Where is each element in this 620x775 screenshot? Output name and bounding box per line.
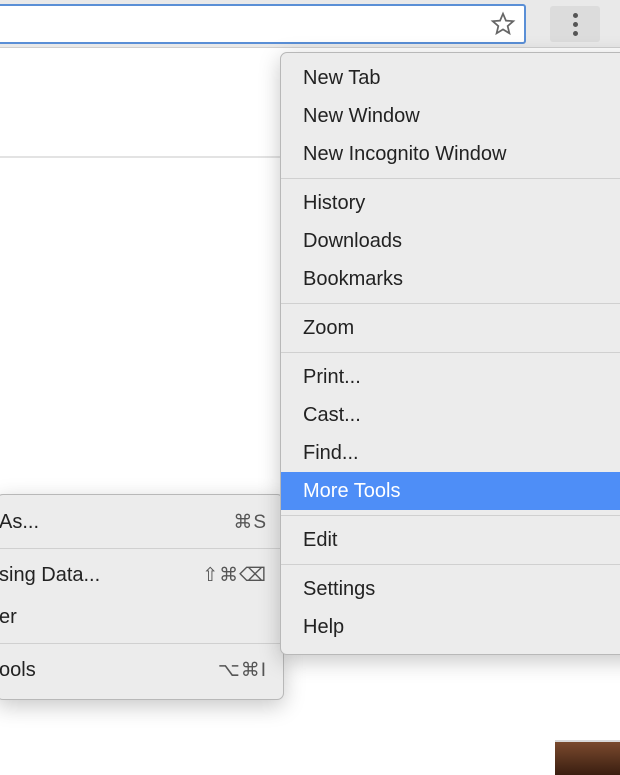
more-tools-submenu: As... ⌘S sing Data... ⇧⌘⌫ er ools ⌥⌘I <box>0 494 284 700</box>
submenu-label: sing Data... <box>0 564 100 587</box>
menu-item-zoom[interactable]: Zoom − <box>281 309 620 347</box>
page-divider <box>0 156 280 158</box>
background-window-sliver <box>555 740 620 775</box>
menu-item-new-tab[interactable]: New Tab <box>281 59 620 97</box>
submenu-shortcut: ⌘S <box>233 511 267 534</box>
menu-separator <box>281 352 620 353</box>
menu-label: New Tab <box>303 67 380 90</box>
menu-label: Settings <box>303 578 375 601</box>
menu-separator <box>281 303 620 304</box>
menu-item-find[interactable]: Find... <box>281 434 620 472</box>
menu-label: Find... <box>303 442 359 465</box>
submenu-label: As... <box>0 511 39 534</box>
menu-label: History <box>303 192 365 215</box>
menu-label: Print... <box>303 366 361 389</box>
submenu-label: ools <box>0 659 36 682</box>
vertical-dots-icon <box>573 13 578 36</box>
menu-item-edit[interactable]: Edit Cut <box>281 521 620 559</box>
menu-item-more-tools[interactable]: More Tools <box>281 472 620 510</box>
menu-separator <box>281 178 620 179</box>
omnibox[interactable] <box>0 4 526 44</box>
menu-label: New Incognito Window <box>303 143 506 166</box>
menu-item-help[interactable]: Help <box>281 608 620 646</box>
menu-label: More Tools <box>303 480 400 503</box>
menu-separator <box>281 515 620 516</box>
submenu-shortcut: ⌥⌘I <box>218 659 267 682</box>
bookmark-star-icon[interactable] <box>490 11 516 37</box>
menu-label: Bookmarks <box>303 268 403 291</box>
submenu-item-save-as[interactable]: As... ⌘S <box>0 501 283 543</box>
menu-item-new-incognito[interactable]: New Incognito Window <box>281 135 620 173</box>
toolbar <box>0 0 620 48</box>
submenu-label: er <box>0 606 17 629</box>
submenu-item-developer-tools[interactable]: ools ⌥⌘I <box>0 649 283 691</box>
menu-label: Downloads <box>303 230 402 253</box>
submenu-item-task-manager[interactable]: er <box>0 596 283 638</box>
menu-separator <box>281 564 620 565</box>
menu-item-print[interactable]: Print... <box>281 358 620 396</box>
menu-separator <box>0 548 283 549</box>
menu-item-downloads[interactable]: Downloads <box>281 222 620 260</box>
menu-label: New Window <box>303 105 420 128</box>
menu-label: Edit <box>303 529 337 552</box>
menu-label: Cast... <box>303 404 361 427</box>
menu-label: Help <box>303 616 344 639</box>
menu-item-bookmarks[interactable]: Bookmarks <box>281 260 620 298</box>
submenu-item-clear-browsing-data[interactable]: sing Data... ⇧⌘⌫ <box>0 554 283 596</box>
menu-item-settings[interactable]: Settings <box>281 570 620 608</box>
menu-item-cast[interactable]: Cast... <box>281 396 620 434</box>
menu-item-history[interactable]: History <box>281 184 620 222</box>
menu-item-new-window[interactable]: New Window <box>281 97 620 135</box>
chrome-menu-button[interactable] <box>550 6 600 42</box>
menu-separator <box>0 643 283 644</box>
menu-label: Zoom <box>303 317 354 340</box>
submenu-shortcut: ⇧⌘⌫ <box>202 564 267 587</box>
chrome-main-menu: New Tab New Window New Incognito Window … <box>280 52 620 655</box>
